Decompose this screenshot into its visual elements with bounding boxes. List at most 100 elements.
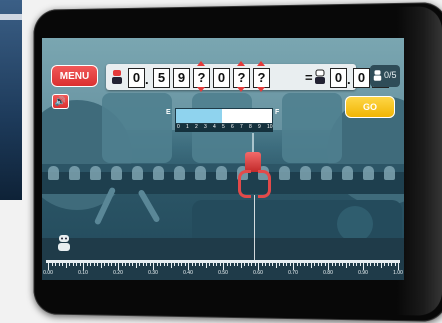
- number-line-label: 0.00: [43, 270, 53, 276]
- fuel-empty-label: E: [166, 109, 171, 116]
- result-digit: 0: [330, 68, 347, 88]
- score-text: 0/5: [384, 70, 397, 80]
- number-line-label: 0.70: [288, 270, 298, 276]
- number-line-tick: [279, 263, 280, 266]
- number-line-tick: [167, 263, 168, 266]
- number-line-tick: [58, 263, 60, 266]
- conveyor-robot: [363, 166, 374, 180]
- number-line-tick: [293, 263, 294, 270]
- number-line-tick: [317, 263, 319, 266]
- fuel-gauge: [175, 108, 273, 124]
- decrease-arrow-icon[interactable]: [237, 87, 245, 92]
- conveyor-robot: [48, 166, 59, 180]
- unknown-digit[interactable]: ?: [253, 68, 270, 88]
- number-line-tick: [142, 263, 144, 266]
- fuel-tick-label: 10: [267, 124, 273, 130]
- equation-bar: 0.59?0?? = 0.04: [106, 61, 389, 92]
- conveyor-robot: [111, 166, 122, 180]
- number-line-tick: [149, 263, 151, 266]
- number-line-tick: [55, 263, 56, 266]
- number-line-tick: [93, 263, 95, 266]
- number-line-tick: [377, 263, 378, 266]
- number-line-tick: [286, 263, 287, 266]
- number-line-tick: [345, 263, 347, 268]
- number-line-tick: [114, 263, 116, 266]
- equation-digit: 9: [173, 68, 190, 88]
- number-line-tick: [184, 263, 186, 266]
- factory-panel: [282, 93, 342, 163]
- claw[interactable]: [245, 152, 261, 172]
- number-line-tick: [303, 263, 305, 266]
- number-line-tick: [121, 263, 123, 266]
- number-line-tick: [380, 263, 382, 268]
- number-line-tick: [69, 263, 70, 266]
- increase-arrow-icon[interactable]: [237, 61, 245, 66]
- number-line-tick: [107, 263, 109, 266]
- number-line-tick: [331, 263, 333, 266]
- number-line-tick: [307, 263, 308, 266]
- conveyor-robot: [321, 166, 332, 180]
- number-line-tick: [170, 263, 172, 268]
- number-line-tick: [174, 263, 175, 266]
- number-line-tick: [240, 263, 242, 268]
- number-line-tick: [338, 263, 340, 266]
- menu-button[interactable]: MENU: [51, 65, 98, 87]
- number-line-tick: [205, 263, 207, 268]
- speaker-icon[interactable]: 🔊: [52, 94, 69, 109]
- number-line-tick: [394, 263, 396, 266]
- decimal-point: .: [145, 72, 149, 87]
- number-line-tick: [282, 263, 284, 266]
- number-line-tick: [272, 263, 273, 266]
- number-line-tick: [373, 263, 375, 266]
- number-line-tick: [86, 263, 88, 266]
- number-line-tick: [216, 263, 217, 266]
- conveyor-robot: [384, 166, 395, 180]
- number-line-label: 0.80: [323, 270, 333, 276]
- number-line-tick: [387, 263, 389, 266]
- decrease-arrow-icon[interactable]: [257, 87, 265, 92]
- number-line-tick: [198, 263, 200, 266]
- number-line-tick: [62, 263, 63, 266]
- equation-digit: 5: [153, 68, 170, 88]
- number-line-tick: [202, 263, 203, 266]
- drop-guide-line: [254, 195, 255, 261]
- result-digit: 0: [353, 68, 370, 88]
- number-line-tick: [118, 263, 119, 270]
- background-window: [0, 0, 22, 200]
- number-line-tick: [226, 263, 228, 266]
- number-line-tick: [310, 263, 312, 268]
- conveyor-robot: [132, 166, 143, 180]
- number-line-tick: [244, 263, 245, 266]
- number-line-tick: [314, 263, 315, 266]
- fuel-tick-label: 7: [240, 124, 243, 130]
- number-line-label: 0.50: [218, 270, 228, 276]
- number-line-label: 0.20: [113, 270, 123, 276]
- number-line-tick: [132, 263, 133, 266]
- fuel-tick-label: 6: [231, 124, 234, 130]
- number-line-tick: [139, 263, 140, 266]
- unknown-digit[interactable]: ?: [193, 68, 210, 88]
- factory-panel: [102, 93, 172, 163]
- number-line-tick: [363, 263, 364, 270]
- number-line-tick: [181, 263, 182, 266]
- number-line-tick: [188, 263, 189, 270]
- number-line-tick: [275, 263, 277, 268]
- decrease-arrow-icon[interactable]: [197, 87, 205, 92]
- increase-arrow-icon[interactable]: [257, 61, 265, 66]
- number-line-tick: [366, 263, 368, 266]
- increase-arrow-icon[interactable]: [197, 61, 205, 66]
- robot-arm: [137, 188, 161, 224]
- number-line-tick: [335, 263, 336, 266]
- number-line-label: 0.90: [358, 270, 368, 276]
- number-line-tick: [352, 263, 354, 266]
- conveyor-robot: [153, 166, 164, 180]
- number-line-tick: [163, 263, 165, 266]
- number-line-tick: [48, 263, 49, 270]
- number-line-tick: [219, 263, 221, 266]
- go-button[interactable]: GO: [345, 96, 395, 118]
- number-line-tick: [258, 263, 259, 270]
- number-line-tick: [195, 263, 196, 266]
- number-line[interactable]: 0.00 0.10 0.20 0.30 0.40 0.50 0.60 0.70 0.80 0.90…: [43, 260, 403, 278]
- number-line-tick: [359, 263, 361, 266]
- unknown-digit[interactable]: ?: [233, 68, 250, 88]
